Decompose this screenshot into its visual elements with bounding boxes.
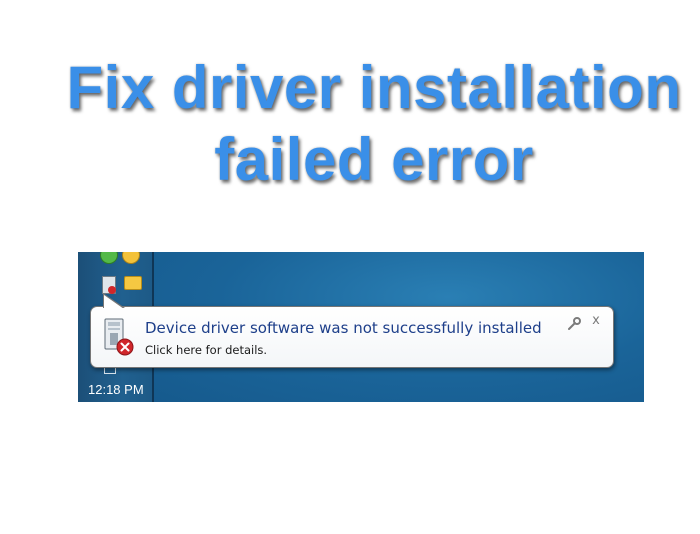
close-icon[interactable]: x [589, 314, 603, 328]
page-headline: Fix driver installation failed error [0, 52, 700, 196]
desktop-screenshot: 12:18 PM Device driver software was not … [78, 252, 644, 402]
notification-balloon[interactable]: Device driver software was not successfu… [90, 293, 614, 368]
headline-line-2: failed error [214, 126, 534, 193]
green-shield-icon[interactable] [100, 252, 118, 264]
chat-icon[interactable] [124, 276, 142, 290]
taskbar-clock[interactable]: 12:18 PM [88, 382, 144, 397]
balloon-tail-inner [104, 295, 124, 309]
device-error-icon [104, 318, 134, 356]
notification-title[interactable]: Device driver software was not successfu… [145, 319, 542, 337]
yellow-tray-icon[interactable] [122, 252, 140, 264]
wrench-icon[interactable] [567, 317, 583, 331]
notification-details-link[interactable]: Click here for details. [145, 343, 267, 357]
headline-line-1: Fix driver installation [66, 54, 682, 121]
